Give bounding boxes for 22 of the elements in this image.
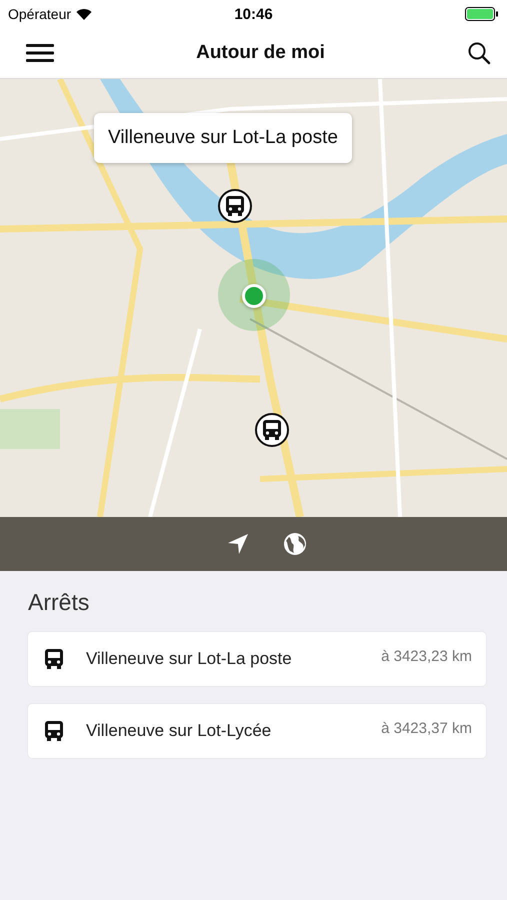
battery-icon [465,7,500,21]
bus-icon [262,419,282,441]
search-icon [467,41,491,65]
location-arrow-icon [226,533,248,555]
bus-icon [225,195,245,217]
stop-card[interactable]: Villeneuve sur Lot-Lycée à 3423,37 km [28,704,486,758]
menu-button[interactable] [24,41,56,65]
wifi-icon [76,8,92,20]
clock-time: 10:46 [233,6,274,22]
stop-name: Villeneuve sur Lot-Lycée [86,721,272,741]
globe-icon [282,532,306,556]
stop-distance: à 3423,37 km [381,720,472,737]
map-callout[interactable]: Villeneuve sur Lot-La poste [94,113,352,163]
carrier-name: Opérateur [8,6,72,22]
menu-icon [26,43,54,63]
stop-distance: à 3423,23 km [381,648,472,665]
stop-card[interactable]: Villeneuve sur Lot-La poste à 3423,23 km [28,632,486,686]
bus-icon [44,720,64,742]
section-title: Arrêts [28,589,90,616]
bus-icon [44,648,64,670]
stop-name: Villeneuve sur Lot-La poste [86,649,293,669]
screen-title: Autour de moi [195,42,326,64]
